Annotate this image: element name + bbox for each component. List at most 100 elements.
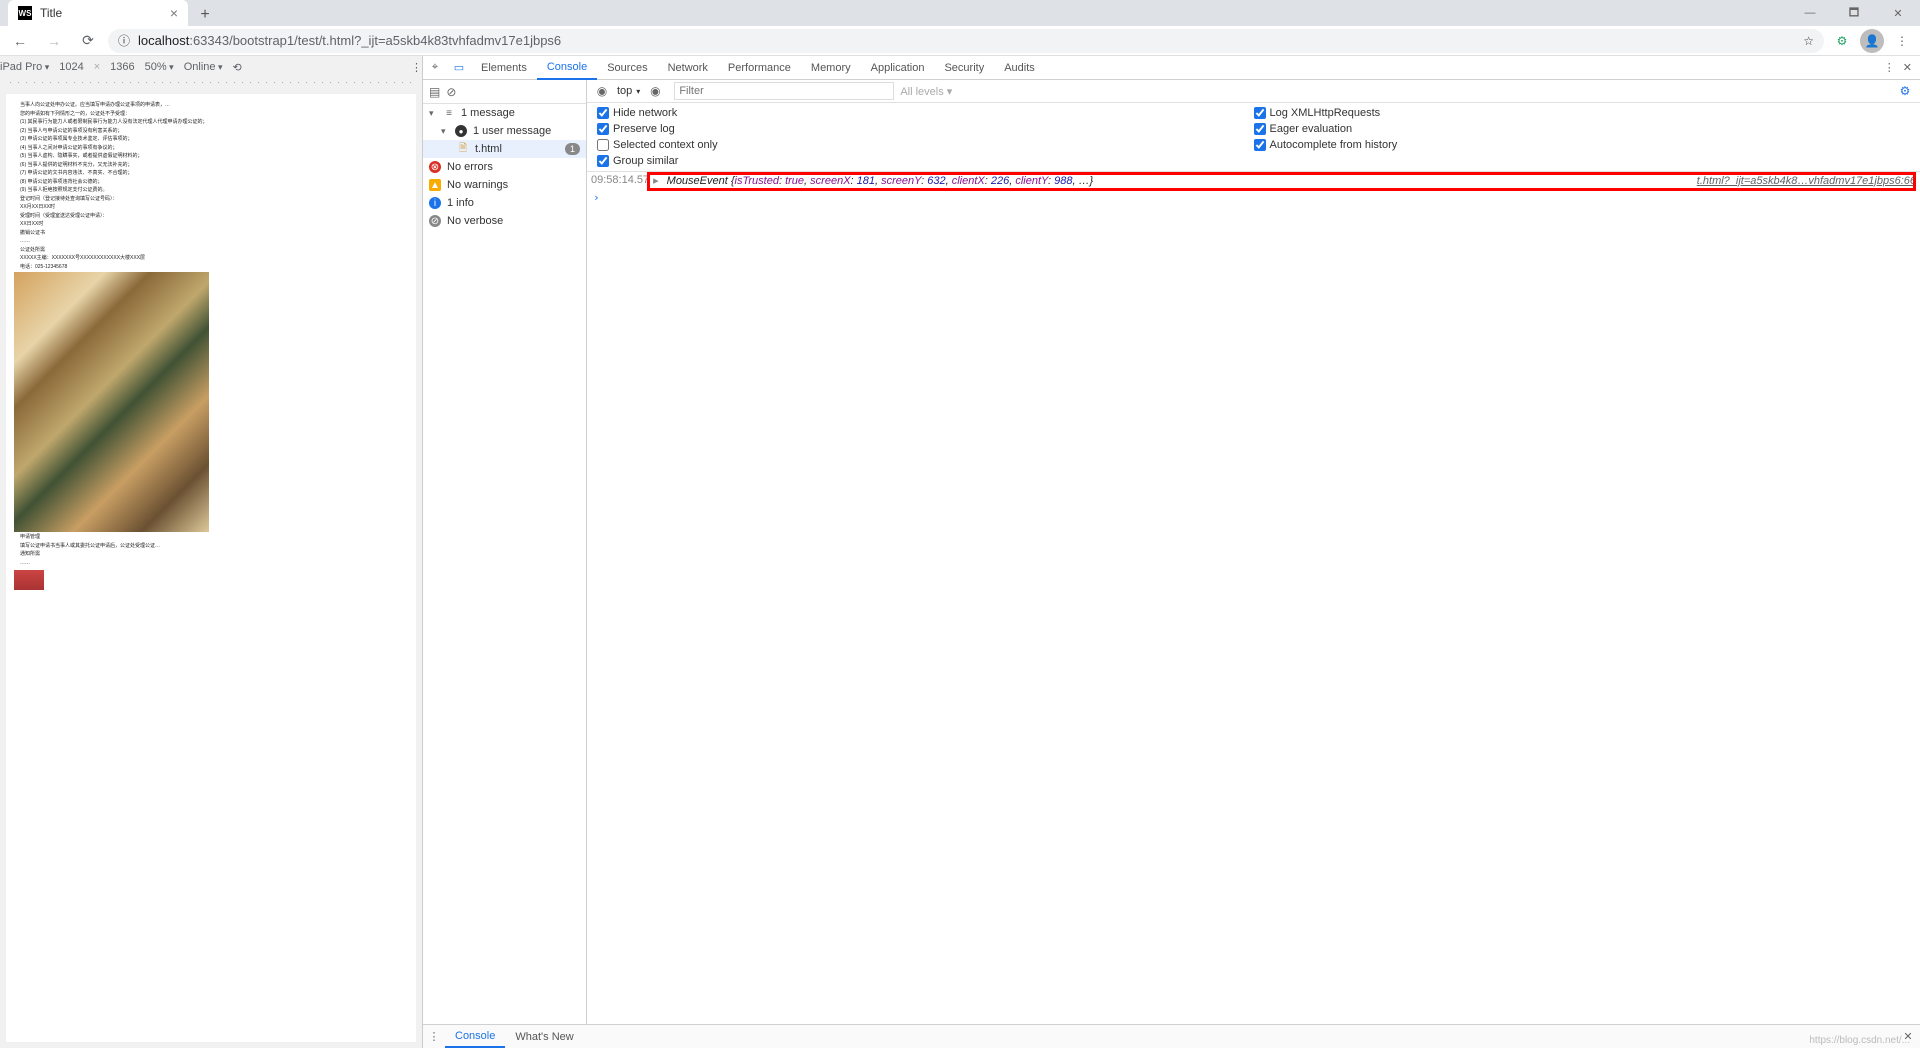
page-paragraph: (3) 申请公证的事项属专业技术鉴定、评估事项的； bbox=[14, 136, 408, 143]
page-paragraph: (7) 申请公证的文书内容违法、不真实、不合理的； bbox=[14, 170, 408, 177]
viewport-height[interactable]: 1366 bbox=[110, 61, 134, 73]
devtools-tab-network[interactable]: Network bbox=[658, 56, 718, 79]
inspect-icon[interactable]: ⌖ bbox=[423, 56, 447, 79]
checkbox[interactable] bbox=[597, 155, 609, 167]
live-expression-icon[interactable]: ◉ bbox=[646, 82, 664, 100]
option-label: Autocomplete from history bbox=[1270, 139, 1398, 151]
device-menu-icon[interactable]: ⋮ bbox=[411, 61, 422, 74]
console-log-area[interactable]: 09:58:14.57 ▸ MouseEvent {isTrusted: tru… bbox=[587, 172, 1920, 1024]
console-option-autocomplete-from-history[interactable]: Autocomplete from history bbox=[1254, 139, 1911, 151]
profile-avatar[interactable]: 👤 bbox=[1860, 29, 1884, 53]
devtools-tab-performance[interactable]: Performance bbox=[718, 56, 801, 79]
console-settings-icon[interactable]: ⚙ bbox=[1896, 82, 1914, 100]
window-close-button[interactable]: ✕ bbox=[1876, 0, 1920, 26]
console-prompt[interactable]: › bbox=[587, 189, 1920, 206]
devtools-menu-icon[interactable]: ⋮ bbox=[1884, 61, 1895, 74]
page-paragraph: 登记时间（登记接待处查询填写公证号码）： bbox=[14, 196, 408, 203]
zoom-select[interactable]: 50% bbox=[145, 61, 174, 73]
rendered-page[interactable]: 当事人向公证处申办公证。应当填写申请办理公证事项的申请表，…您的申请如有下列情形… bbox=[6, 94, 416, 1042]
devtools-tab-memory[interactable]: Memory bbox=[801, 56, 861, 79]
option-label: Selected context only bbox=[613, 139, 718, 151]
console-option-group-similar[interactable]: Group similar bbox=[597, 155, 1254, 167]
checkbox[interactable] bbox=[597, 123, 609, 135]
extension-icon[interactable]: ⚙ bbox=[1830, 29, 1854, 53]
chrome-menu-icon[interactable]: ⋮ bbox=[1890, 29, 1914, 53]
sidebar-item-err[interactable]: ⊗No errors bbox=[423, 158, 586, 176]
page-paragraph: (2) 当事人与申请公证的事项没有利害关系的； bbox=[14, 128, 408, 135]
responsive-viewport: iPad Pro 1024 × 1366 50% Online ⟲ ⋮ 当事人向… bbox=[0, 56, 422, 1048]
throttle-select[interactable]: Online bbox=[184, 61, 223, 73]
main-area: iPad Pro 1024 × 1366 50% Online ⟲ ⋮ 当事人向… bbox=[0, 56, 1920, 1048]
browser-tab[interactable]: WS Title × bbox=[8, 0, 188, 26]
device-mode-icon[interactable]: ▭ bbox=[447, 56, 471, 79]
sidebar-item-verb[interactable]: ⊘No verbose bbox=[423, 212, 586, 230]
console-option-selected-context-only[interactable]: Selected context only bbox=[597, 139, 1254, 151]
checkbox[interactable] bbox=[1254, 139, 1266, 151]
expand-icon[interactable]: ▸ bbox=[653, 174, 659, 187]
drawer-tab-whatsnew[interactable]: What's New bbox=[505, 1025, 583, 1048]
console-option-hide-network[interactable]: Hide network bbox=[597, 107, 1254, 119]
drawer-menu-icon[interactable]: ⋮ bbox=[423, 1030, 445, 1043]
checkbox[interactable] bbox=[1254, 107, 1266, 119]
checkbox[interactable] bbox=[597, 107, 609, 119]
back-button[interactable]: ← bbox=[6, 27, 34, 55]
clear-console-icon[interactable]: ⊘ bbox=[446, 85, 456, 99]
console-log-source-link[interactable]: t.html?_ijt=a5skb4k8…vhfadmv17e1jbps6:66 bbox=[1697, 175, 1916, 187]
context-eye-icon[interactable]: ◉ bbox=[593, 82, 611, 100]
sidebar-item-msg[interactable]: ▾ ≡ 1 message bbox=[423, 104, 586, 122]
execution-context-select[interactable]: top bbox=[617, 85, 640, 97]
log-levels-select[interactable]: All levels ▾ bbox=[900, 85, 952, 98]
sidebar-item-file[interactable]: 🗎t.html1 bbox=[423, 140, 586, 158]
url-text: localhost:63343/bootstrap1/test/t.html?_… bbox=[138, 33, 561, 48]
console-log-row[interactable]: 09:58:14.57 ▸ MouseEvent {isTrusted: tru… bbox=[587, 172, 1920, 189]
address-bar: ← → ⟳ ⓘ localhost:63343/bootstrap1/test/… bbox=[0, 26, 1920, 56]
page-paragraph: 撤销公证书 bbox=[14, 230, 408, 237]
rotate-icon[interactable]: ⟲ bbox=[233, 61, 242, 74]
devtools-tabs: ⌖ ▭ ElementsConsoleSourcesNetworkPerform… bbox=[423, 56, 1920, 80]
page-paragraph: (1) 其民事行为能力人或者限制民事行为能力人没有法定代理人代理申请办理公证的； bbox=[14, 119, 408, 126]
new-tab-button[interactable]: + bbox=[194, 4, 216, 26]
sidebar-item-user[interactable]: ▾●1 user message bbox=[423, 122, 586, 140]
console-toolbar: ◉ top ◉ All levels ▾ ⚙ bbox=[587, 80, 1920, 103]
page-paragraph: …… bbox=[14, 238, 408, 245]
window-minimize-button[interactable]: — bbox=[1788, 0, 1832, 26]
page-paragraph: 填写公证申请书当事人或其委托公证申请后，公证处受理公证… bbox=[14, 543, 408, 550]
device-select[interactable]: iPad Pro bbox=[0, 61, 49, 73]
watermark-link: https://blog.csdn.net/... bbox=[1809, 1035, 1910, 1046]
console-option-log-xmlhttprequests[interactable]: Log XMLHttpRequests bbox=[1254, 107, 1911, 119]
console-option-eager-evaluation[interactable]: Eager evaluation bbox=[1254, 123, 1911, 135]
page-paragraph: XXXXX主编：XXXXXXX号XXXXXXXXXXXX大楼XXX层 bbox=[14, 255, 408, 262]
devtools-tab-console[interactable]: Console bbox=[537, 56, 597, 80]
page-paragraph: 受理时间（受理室送达受理公证申请）： bbox=[14, 213, 408, 220]
reload-button[interactable]: ⟳ bbox=[74, 27, 102, 55]
warn-icon: ▲ bbox=[429, 179, 441, 191]
sidebar-item-warn[interactable]: ▲No warnings bbox=[423, 176, 586, 194]
devtools-tab-sources[interactable]: Sources bbox=[597, 56, 657, 79]
forward-button[interactable]: → bbox=[40, 27, 68, 55]
bookmark-star-icon[interactable]: ☆ bbox=[1803, 34, 1814, 48]
url-input[interactable]: ⓘ localhost:63343/bootstrap1/test/t.html… bbox=[108, 29, 1824, 53]
console-filter-input[interactable] bbox=[674, 82, 894, 100]
checkbox[interactable] bbox=[1254, 123, 1266, 135]
drawer-tab-console[interactable]: Console bbox=[445, 1025, 505, 1048]
page-paragraph: (4) 当事人之间对申请公证的事项有争议的； bbox=[14, 145, 408, 152]
console-panel: ◉ top ◉ All levels ▾ ⚙ Hide network Prese… bbox=[587, 80, 1920, 1024]
tab-close-icon[interactable]: × bbox=[170, 5, 178, 21]
toggle-sidebar-icon[interactable]: ▤ bbox=[429, 85, 440, 99]
devtools-tab-application[interactable]: Application bbox=[861, 56, 935, 79]
viewport-width[interactable]: 1024 bbox=[59, 61, 83, 73]
caret-icon: ▾ bbox=[429, 108, 437, 119]
devtools-tab-security[interactable]: Security bbox=[934, 56, 994, 79]
site-info-icon[interactable]: ⓘ bbox=[118, 32, 130, 49]
page-paragraph: 当事人向公证处申办公证。应当填写申请办理公证事项的申请表，… bbox=[14, 102, 408, 109]
sidebar-item-info[interactable]: i1 info bbox=[423, 194, 586, 212]
console-sidebar: ▤ ⊘ ▾ ≡ 1 message ▾●1 user message🗎t.html1⊗… bbox=[423, 80, 587, 1024]
console-option-preserve-log[interactable]: Preserve log bbox=[597, 123, 1254, 135]
devtools-tab-audits[interactable]: Audits bbox=[994, 56, 1045, 79]
sidebar-item-label: 1 message bbox=[461, 107, 515, 119]
window-maximize-button[interactable]: 🗖 bbox=[1832, 0, 1876, 26]
devtools-tab-elements[interactable]: Elements bbox=[471, 56, 537, 79]
devtools-close-icon[interactable]: ✕ bbox=[1903, 61, 1912, 74]
msg-icon: ≡ bbox=[443, 107, 455, 119]
checkbox[interactable] bbox=[597, 139, 609, 151]
